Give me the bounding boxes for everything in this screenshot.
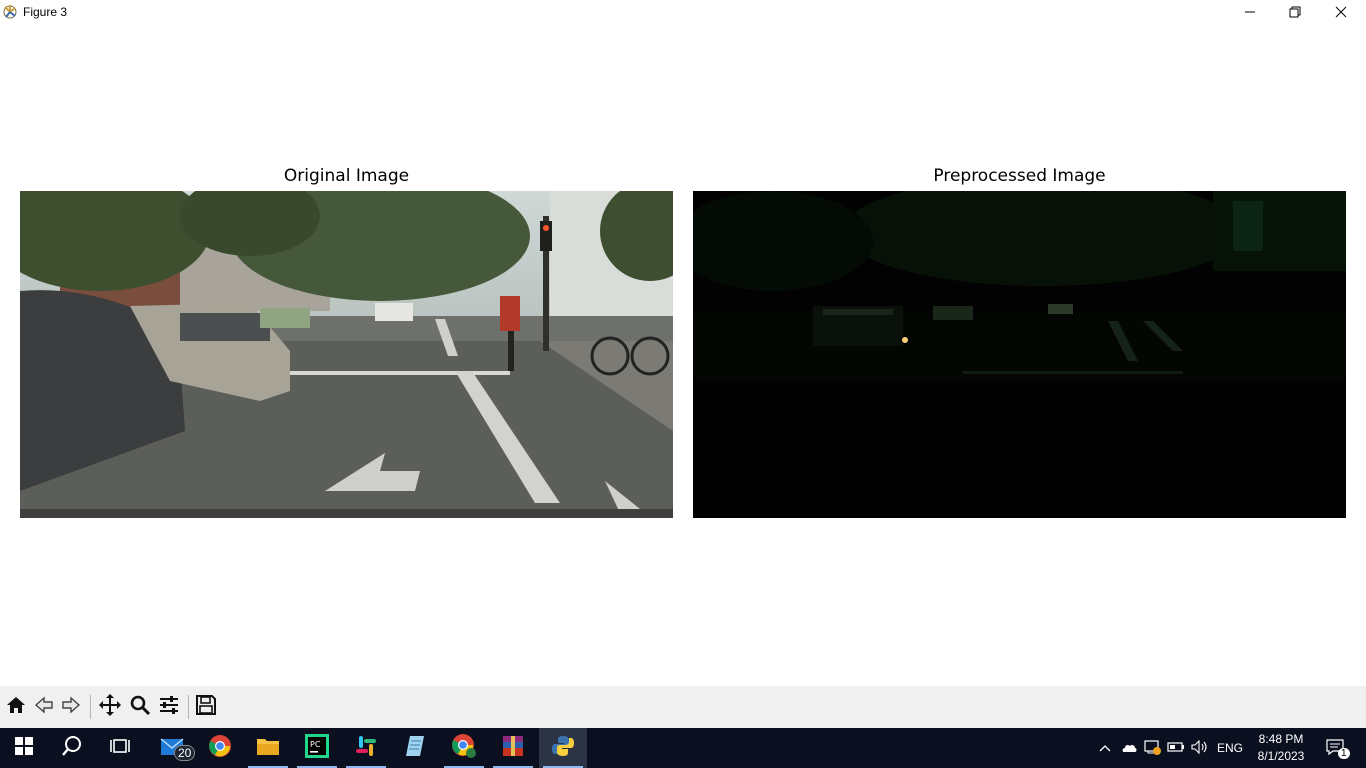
language-indicator[interactable]: ENG xyxy=(1213,728,1247,768)
zoom-icon xyxy=(129,694,151,720)
taskbar-winrar[interactable] xyxy=(489,728,537,768)
close-button[interactable] xyxy=(1318,0,1364,24)
taskbar-mail[interactable]: 20 xyxy=(150,728,198,768)
matplotlib-icon xyxy=(2,3,18,19)
close-icon xyxy=(1335,3,1347,22)
pan-button[interactable] xyxy=(97,694,123,720)
taskbar-chrome-profile[interactable] xyxy=(440,728,488,768)
start-icon xyxy=(15,737,33,759)
pan-icon xyxy=(98,693,122,721)
clock-date: 8/1/2023 xyxy=(1257,749,1305,763)
restore-icon xyxy=(1289,3,1301,22)
window-title: Figure 3 xyxy=(23,5,68,19)
task-view-icon xyxy=(110,737,130,759)
start-button[interactable] xyxy=(0,728,48,768)
onedrive-tray[interactable] xyxy=(1118,728,1140,768)
task-view-button[interactable] xyxy=(96,728,144,768)
taskbar-python[interactable] xyxy=(539,728,587,768)
notification-count: 1 xyxy=(1338,748,1350,759)
volume-tray[interactable] xyxy=(1189,728,1211,768)
zoom-button[interactable] xyxy=(127,694,153,720)
preprocessed-image xyxy=(693,191,1346,518)
taskbar: 20 PC ENG 8:48 PM 8/1/2023 1 xyxy=(0,728,1366,768)
battery-tray[interactable] xyxy=(1165,728,1187,768)
chrome-icon xyxy=(208,734,232,762)
original-image xyxy=(20,191,673,518)
taskbar-chrome[interactable] xyxy=(196,728,244,768)
toolbar-separator xyxy=(90,695,91,719)
clock-time: 8:48 PM xyxy=(1258,732,1304,746)
taskbar-notepad[interactable] xyxy=(391,728,439,768)
network-tray[interactable] xyxy=(1141,728,1163,768)
save-button[interactable] xyxy=(193,694,219,720)
file-explorer-icon xyxy=(256,735,280,761)
restore-button[interactable] xyxy=(1272,0,1318,24)
winrar-icon xyxy=(501,734,525,762)
notepad-icon xyxy=(404,734,426,762)
save-icon xyxy=(195,694,217,720)
battery-icon xyxy=(1167,741,1185,756)
back-icon xyxy=(33,694,55,720)
figure-toolbar xyxy=(0,686,1366,728)
panel-title-preprocessed: Preprocessed Image xyxy=(933,166,1106,186)
mail-badge: 20 xyxy=(174,745,196,761)
toolbar-separator xyxy=(188,695,189,719)
cloud-icon xyxy=(1120,741,1138,756)
configure-subplots-button[interactable] xyxy=(156,694,182,720)
python-icon xyxy=(551,734,575,762)
chrome-profile-icon xyxy=(451,733,477,763)
minimize-button[interactable] xyxy=(1227,0,1273,24)
home-button[interactable] xyxy=(3,694,29,720)
panel-title-original: Original Image xyxy=(283,166,410,186)
search-icon xyxy=(61,735,83,761)
taskbar-pycharm[interactable]: PC xyxy=(293,728,341,768)
chevron-up-icon xyxy=(1099,741,1111,755)
back-button[interactable] xyxy=(31,694,57,720)
speaker-icon xyxy=(1191,739,1209,757)
forward-button[interactable] xyxy=(58,694,84,720)
svg-text:PC: PC xyxy=(310,740,321,749)
configure-subplots-icon xyxy=(158,694,180,720)
taskbar-slack[interactable] xyxy=(342,728,390,768)
slack-icon xyxy=(354,734,378,762)
search-button[interactable] xyxy=(48,728,96,768)
minimize-icon xyxy=(1244,3,1256,22)
pycharm-icon: PC xyxy=(305,734,329,762)
window-titlebar: Figure 3 xyxy=(0,0,1366,24)
tray-overflow-button[interactable] xyxy=(1094,728,1116,768)
forward-icon xyxy=(60,694,82,720)
network-warning-icon xyxy=(1143,739,1161,758)
home-icon xyxy=(5,694,27,720)
clock[interactable]: 8:48 PM 8/1/2023 xyxy=(1252,728,1310,768)
taskbar-file-explorer[interactable] xyxy=(244,728,292,768)
notification-center-button[interactable]: 1 xyxy=(1320,728,1350,768)
